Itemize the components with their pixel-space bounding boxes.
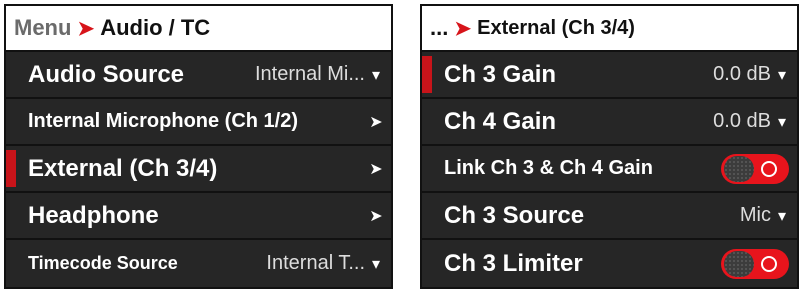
menu-item-value: Internal T... [266,252,365,274]
menu-item-label: Timecode Source [28,253,178,273]
menu-item-ch3-limiter[interactable]: Ch 3 Limiter [422,240,797,287]
selection-indicator [6,150,16,187]
selection-indicator [422,56,432,93]
menu-item-value: Internal Mi... [254,63,365,85]
chevron-right-icon: ➤ [369,207,383,225]
menu-item-label: Headphone [28,201,159,229]
menu-item-value: 0.0 dB [713,63,771,85]
link-gain-toggle[interactable] [721,153,789,184]
menu-item-ch3-source[interactable]: Ch 3 Source Mic ▾ [422,193,797,240]
breadcrumb-arrow-icon: ➤ [454,17,472,40]
toggle-knob [724,155,754,182]
toggle-knob [724,250,754,277]
menu-panel-audio-tc: Menu ➤ Audio / TC Audio Source Internal … [4,4,393,289]
breadcrumb-arrow-icon: ➤ [77,17,95,40]
menu-item-label: External (Ch 3/4) [28,154,218,182]
menu-item-headphone[interactable]: Headphone ➤ [6,193,391,240]
breadcrumb-parent[interactable]: Menu [14,15,71,41]
breadcrumb: Menu ➤ Audio / TC [6,6,391,52]
menu-item-label: Audio Source [28,60,185,88]
breadcrumb: ... ➤ External (Ch 3/4) [422,6,797,52]
toggle-on-icon [761,160,777,177]
chevron-down-icon: ▾ [777,66,787,84]
menu-item-value: 0.0 dB [713,110,771,132]
menu-item-label: Ch 3 Gain [444,60,557,88]
chevron-down-icon: ▾ [371,255,381,273]
menu-item-label: Ch 3 Source [444,201,585,229]
menu-item-ch3-gain[interactable]: Ch 3 Gain 0.0 dB ▾ [422,52,797,99]
chevron-right-icon: ➤ [369,113,383,131]
limiter-toggle[interactable] [721,248,789,279]
menu-item-label: Ch 4 Gain [444,107,557,135]
chevron-down-icon: ▾ [371,66,381,84]
menu-item-link-ch3-ch4-gain[interactable]: Link Ch 3 & Ch 4 Gain [422,146,797,193]
menu-item-value: Mic [739,204,771,226]
chevron-down-icon: ▾ [777,207,787,225]
menu-item-audio-source[interactable]: Audio Source Internal Mi... ▾ [6,52,391,99]
breadcrumb-current: Audio / TC [100,15,211,40]
chevron-down-icon: ▾ [777,113,787,131]
toggle-on-icon [761,255,777,272]
menu-item-label: Internal Microphone (Ch 1/2) [28,110,299,132]
menu-item-external[interactable]: External (Ch 3/4) ➤ [6,146,391,193]
menu-item-label: Link Ch 3 & Ch 4 Gain [444,157,653,179]
menu-panel-external: ... ➤ External (Ch 3/4) Ch 3 Gain 0.0 dB… [420,4,799,289]
breadcrumb-parent[interactable]: ... [430,15,448,41]
menu-item-label: Ch 3 Limiter [444,249,583,277]
menu-item-timecode-source[interactable]: Timecode Source Internal T... ▾ [6,240,391,287]
menu-item-internal-microphone[interactable]: Internal Microphone (Ch 1/2) ➤ [6,99,391,146]
breadcrumb-current: External (Ch 3/4) [477,16,635,39]
menu-item-ch4-gain[interactable]: Ch 4 Gain 0.0 dB ▾ [422,99,797,146]
chevron-right-icon: ➤ [369,160,383,178]
